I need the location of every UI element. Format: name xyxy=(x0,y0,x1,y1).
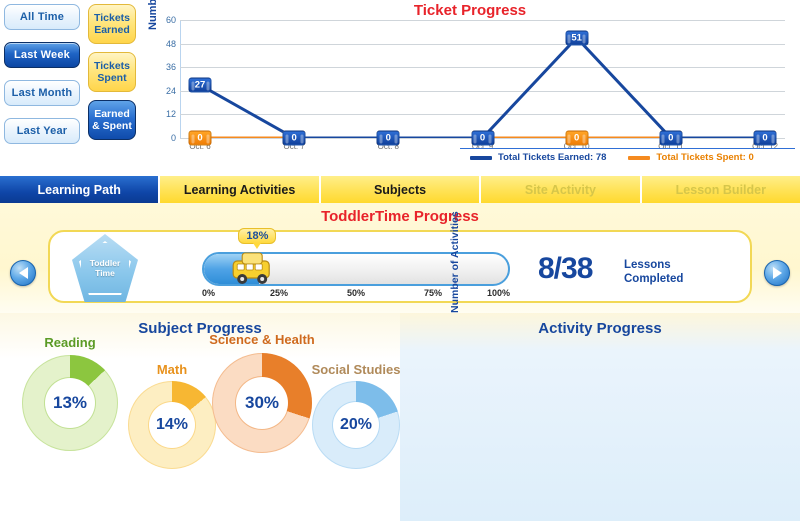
legend-item-spent: Total Tickets Spent: 0 xyxy=(628,152,754,163)
donut-percent-value: 13% xyxy=(52,393,88,412)
donut-percent-value: 20% xyxy=(339,416,373,433)
lessons-completed-label: Lessons Completed xyxy=(624,258,683,286)
lessons-label-line-1: Lessons xyxy=(624,259,671,271)
toddlertime-title: ToddlerTime Progress xyxy=(321,208,479,225)
time-range-button-group: All Time Last Week Last Month Last Year xyxy=(4,4,84,156)
badge-line-2: Time xyxy=(95,268,115,278)
ticket-chart-lines xyxy=(199,35,765,138)
progress-scale-tick: 100% xyxy=(486,288,510,298)
ticket-earned-point-label: 0 xyxy=(753,130,777,146)
ticket-earned-point-label: 27 xyxy=(188,77,212,93)
ticket-chart-y-tick: 0 xyxy=(170,133,176,143)
progress-scale-ticks: 0% 25% 50% 75% 100% xyxy=(202,288,510,302)
chevron-right-icon xyxy=(772,267,782,279)
learning-dashboard: All Time Last Week Last Month Last Year Tic… xyxy=(0,0,800,521)
badge-line-1: Toddler xyxy=(89,258,121,268)
toddlertime-panel: Toddler Time 18% 0% 25% 50% 75% 100% 8/3… xyxy=(48,228,752,303)
ticket-chart-y-tick: 48 xyxy=(165,38,176,49)
ticket-chart-y-tick: 12 xyxy=(165,109,176,120)
ticket-spent-point-label: 0 xyxy=(565,130,589,146)
type-button-text: Tickets Earned xyxy=(94,12,130,36)
legend-label: Total Tickets Earned: 78 xyxy=(498,152,607,163)
donut-label: Social Studies xyxy=(311,362,401,377)
progress-scale-tick: 25% xyxy=(269,288,289,298)
ticket-earned-point-label: 0 xyxy=(471,130,494,146)
donut-label: Math xyxy=(156,362,188,377)
tab-site-activity: Site Activity xyxy=(481,176,642,203)
toddlertime-badge-text: Toddler Time xyxy=(72,258,138,278)
tab-learning-activities[interactable]: Learning Activities xyxy=(160,176,321,203)
ticket-chart-legend: Total Tickets Earned: 78 Total Tickets Sp… xyxy=(470,152,754,163)
time-range-button-last-month[interactable]: Last Month xyxy=(4,80,80,106)
ticket-earned-point-label: 0 xyxy=(659,130,683,146)
ticket-chart-y-axis-label: Number of Tickets xyxy=(147,0,159,30)
ticket-chart-y-tick: 36 xyxy=(165,62,176,73)
chevron-left-icon xyxy=(18,267,28,279)
activity-progress-panel: Activity Progress xyxy=(400,313,800,521)
legend-label: Total Tickets Spent: 0 xyxy=(656,152,754,163)
ticket-type-button-group: Tickets Earned Tickets Spent Earned & Spent xyxy=(88,4,140,148)
legend-swatch-icon xyxy=(470,155,492,160)
lessons-completed-count: 8/38 xyxy=(538,252,593,285)
ticket-earned-point-label: 51 xyxy=(565,30,589,46)
legend-divider xyxy=(460,148,795,149)
legend-item-earned: Total Tickets Earned: 78 xyxy=(470,152,606,163)
donut-percent-value: 30% xyxy=(244,393,280,412)
donut-label: Science & Health xyxy=(209,332,315,347)
tab-learning-path[interactable]: Learning Path xyxy=(0,176,161,203)
subject-progress-panel: Subject Progress 13% Reading 14% Math 30% Sci… xyxy=(0,313,400,521)
subject-donut-math: 14% Math xyxy=(128,362,216,469)
subject-donut-science-health: 30% Science & Health xyxy=(209,332,315,453)
tab-lesson-builder: Lesson Builder xyxy=(641,176,800,203)
time-range-button-last-week[interactable]: Last Week xyxy=(4,42,80,68)
previous-program-button[interactable] xyxy=(10,260,36,286)
main-tab-bar: Learning Path Learning Activities Subjects… xyxy=(0,176,800,203)
tab-subjects[interactable]: Subjects xyxy=(320,176,482,203)
ticket-progress-title: Ticket Progress xyxy=(413,2,527,19)
progress-scale-tick: 75% xyxy=(423,288,443,298)
type-button-text: Earned & Spent xyxy=(92,108,132,132)
time-range-button-all-time[interactable]: All Time xyxy=(4,4,80,30)
bottom-panels: Subject Progress 13% Reading 14% Math 30% Sci… xyxy=(0,211,800,521)
activity-progress-title: Activity Progress xyxy=(538,320,662,337)
donut-percent-value: 14% xyxy=(155,416,189,433)
progress-percent-callout: 18% xyxy=(238,228,277,249)
toddlertime-section: ToddlerTime Progress Toddler Time 18% 0%… xyxy=(0,203,800,313)
time-range-button-last-year[interactable]: Last Year xyxy=(4,118,80,144)
lesson-progress-bar-wrapper: 18% 0% 25% 50% 75% 100% xyxy=(202,228,510,302)
lessons-label-line-2: Completed xyxy=(624,273,684,285)
ticket-progress-chart: 0 12 24 36 48 60 Oct. 6 Oct. 7 Oct. 8 Oct. 9 Oct. … xyxy=(166,15,785,151)
subject-donut-social-studies: 20% Social Studies xyxy=(312,362,400,469)
ticket-chart-y-tick: 60 xyxy=(165,15,176,25)
ticket-progress-section: All Time Last Week Last Month Last Year Tic… xyxy=(0,0,800,172)
ticket-type-button-earned-spent[interactable]: Earned & Spent xyxy=(88,100,136,140)
progress-scale-tick: 50% xyxy=(346,288,366,298)
next-program-button[interactable] xyxy=(764,260,790,286)
ticket-earned-point-label: 0 xyxy=(282,130,306,146)
school-bus-icon xyxy=(229,249,277,289)
progress-scale-tick: 0% xyxy=(202,288,216,298)
activity-chart-y-axis-label: Number of Activities xyxy=(449,211,461,313)
ticket-chart-y-tick: 24 xyxy=(165,85,176,96)
ticket-spent-point-label: 0 xyxy=(188,130,212,146)
ticket-type-button-tickets-earned[interactable]: Tickets Earned xyxy=(88,4,136,44)
legend-swatch-icon xyxy=(628,155,651,160)
subject-donut-reading: 13% Reading xyxy=(22,335,118,451)
toddlertime-badge: Toddler Time xyxy=(72,234,138,302)
donut-label: Reading xyxy=(44,335,96,350)
ticket-earned-point-label: 0 xyxy=(376,130,400,146)
ticket-type-button-tickets-spent[interactable]: Tickets Spent xyxy=(88,52,136,92)
type-button-text: Tickets Spent xyxy=(94,60,130,84)
